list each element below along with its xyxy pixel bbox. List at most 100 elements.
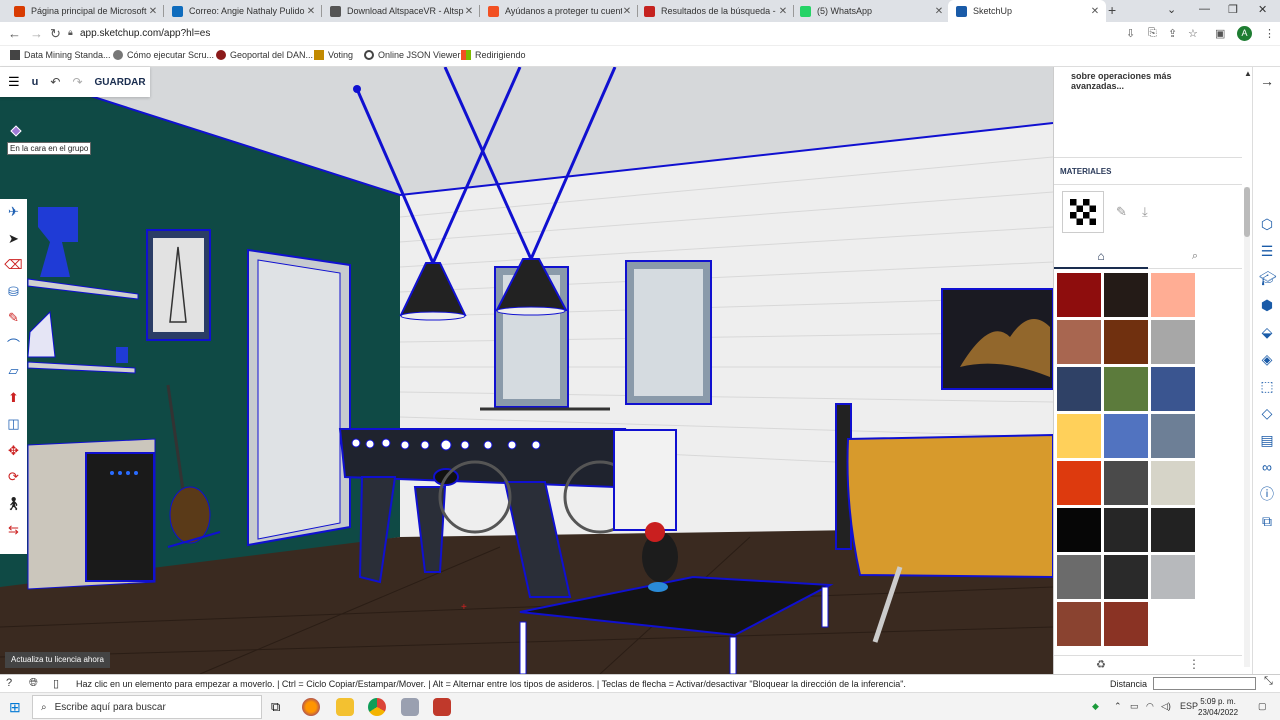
bookmark-scrum[interactable]: Cómo ejecutar Scru... — [113, 50, 214, 60]
bookmark-json-viewer[interactable]: Online JSON Viewer — [364, 50, 460, 60]
network-icon[interactable]: ▭ — [1130, 701, 1139, 712]
account-initial[interactable]: u — [32, 76, 39, 88]
edit-material-icon[interactable]: ✎ — [1116, 204, 1127, 220]
entity-info-icon[interactable]: ⬡ — [1259, 216, 1275, 232]
bookmark-geoportal[interactable]: Geoportal del DAN... — [216, 50, 313, 60]
recycle-icon[interactable]: ♻ — [1096, 658, 1106, 671]
material-swatch[interactable] — [1104, 273, 1148, 317]
tab-browse[interactable]: ⌕ — [1148, 245, 1242, 269]
hamburger-icon[interactable]: ☰ — [8, 74, 20, 90]
select-icon[interactable]: ➤ — [0, 226, 27, 253]
close-icon[interactable]: ✕ — [622, 6, 632, 17]
back-icon[interactable]: ← — [8, 26, 21, 41]
instructor-icon[interactable]: 🎓︎ — [1259, 270, 1277, 286]
styles-icon[interactable]: ⬙ — [1259, 324, 1275, 340]
translate-icon[interactable]: ⎘ — [1148, 27, 1157, 40]
save-button[interactable]: GUARDAR — [95, 77, 146, 88]
measurement-input[interactable] — [1153, 677, 1256, 690]
sketchup-taskbar-icon[interactable] — [433, 698, 451, 716]
upgrade-license-button[interactable]: Actualiza tu licencia ahora — [5, 652, 110, 668]
share-icon[interactable]: ⇪ — [1168, 27, 1177, 40]
tab-search-icon[interactable]: ⌄ — [1167, 3, 1176, 16]
current-material-preview[interactable] — [1062, 191, 1104, 233]
rotate-icon[interactable]: ⟳ — [0, 464, 27, 491]
paste-icon[interactable]: ▯ — [53, 677, 59, 690]
collapse-icon[interactable]: ▲ — [1244, 69, 1252, 78]
wifi-icon[interactable]: ◠ — [1146, 701, 1154, 712]
push-pull-icon[interactable]: ⬆︎ — [0, 385, 27, 412]
offset-icon[interactable]: ◫ — [0, 411, 27, 438]
arc-icon[interactable]: ⌒ — [0, 332, 27, 359]
import-material-icon[interactable]: ⤓ — [1142, 204, 1148, 220]
url-field[interactable]: app.sketchup.com/app?hl=es — [80, 28, 210, 39]
minimize-icon[interactable]: — — [1199, 3, 1210, 15]
scenes-icon[interactable]: ⬚ — [1259, 378, 1275, 394]
forward-icon[interactable]: → — [30, 26, 43, 41]
lock-icon[interactable]: 🔒︎ — [68, 27, 73, 38]
close-icon[interactable]: ✕ — [778, 6, 788, 17]
avatar[interactable]: A — [1237, 26, 1252, 41]
material-swatch[interactable] — [1151, 320, 1195, 364]
display-icon[interactable]: ▤ — [1259, 432, 1275, 448]
pencil-icon[interactable]: ✎ — [0, 305, 27, 332]
new-tab-button[interactable]: + — [1108, 2, 1116, 18]
reload-icon[interactable]: ↻ — [50, 26, 61, 42]
material-swatch[interactable] — [1057, 555, 1101, 599]
close-window-icon[interactable]: ✕ — [1258, 3, 1267, 16]
more-options-icon[interactable]: ⋮ — [1188, 657, 1200, 671]
tab-sketchup[interactable]: SketchUp ✕ — [948, 0, 1106, 22]
material-swatch[interactable] — [1104, 414, 1148, 458]
tab-whatsapp[interactable]: (5) WhatsApp ✕ — [792, 0, 950, 22]
more-icon[interactable]: ⋮ — [1264, 27, 1275, 40]
material-swatch[interactable] — [1151, 367, 1195, 411]
rectangle-icon[interactable]: ▱ — [0, 358, 27, 385]
material-swatch[interactable] — [1151, 414, 1195, 458]
material-swatch[interactable] — [1057, 273, 1101, 317]
redo-icon[interactable]: ↷ — [72, 75, 82, 89]
taskbar-search[interactable]: ⌕ Escribe aquí para buscar — [32, 695, 262, 719]
paint-bucket-icon[interactable]: ⛁ — [0, 279, 27, 306]
close-icon[interactable]: ✕ — [306, 6, 316, 17]
components-icon[interactable]: ⬢ — [1259, 297, 1275, 313]
room-scene[interactable]: + — [0, 67, 1053, 674]
tape-icon[interactable]: ⇆ — [0, 517, 27, 544]
material-swatch[interactable] — [1151, 555, 1195, 599]
material-swatch[interactable] — [1057, 461, 1101, 505]
tab-in-model[interactable]: ⌂ — [1054, 245, 1148, 269]
undo-icon[interactable]: ↶ — [50, 75, 60, 89]
eraser-icon[interactable]: ⌫ — [0, 252, 27, 279]
bookmark-redirigiendo[interactable]: Redirigiendo — [461, 50, 526, 60]
tray-app-icon[interactable]: ◆ — [1092, 701, 1099, 712]
material-swatch[interactable] — [1057, 602, 1101, 646]
search-tools-icon[interactable]: ✈︎ — [0, 199, 27, 226]
bookmark-star-icon[interactable]: ☆ — [1188, 27, 1198, 40]
material-swatch[interactable] — [1104, 555, 1148, 599]
material-swatch[interactable] — [1104, 320, 1148, 364]
bookmark-data-mining[interactable]: Data Mining Standa... — [10, 50, 111, 60]
view-icon[interactable]: ∞ — [1259, 459, 1275, 475]
tab-protect-account[interactable]: Ayúdanos a proteger tu cuenta ✕ — [480, 0, 638, 22]
notifications-icon[interactable]: ▢ — [1258, 701, 1267, 712]
system-clock[interactable]: 5:09 p. m. 23/04/2022 — [1198, 696, 1238, 718]
side-panel-icon[interactable]: ▣ — [1215, 27, 1225, 40]
solid-inspector-icon[interactable]: ⧉ — [1259, 513, 1275, 529]
material-swatch[interactable] — [1151, 602, 1195, 646]
firefox-icon[interactable] — [302, 698, 320, 716]
material-swatch[interactable] — [1057, 320, 1101, 364]
panel-scrollbar[interactable] — [1244, 187, 1250, 667]
3d-viewport[interactable]: + — [0, 67, 1053, 674]
materials-icon[interactable]: ◈ — [1259, 351, 1275, 367]
outliner-icon[interactable]: ☰ — [1259, 243, 1275, 259]
help-icon[interactable]: ? — [6, 677, 12, 689]
material-swatch[interactable] — [1104, 508, 1148, 552]
install-app-icon[interactable]: ⇩ — [1126, 27, 1135, 40]
globe-icon[interactable]: 🌐︎ — [29, 677, 38, 690]
tab-microsoft-office[interactable]: Página principal de Microsoft Of...✕ — [6, 0, 164, 22]
info-icon[interactable]: ⓘ — [1259, 486, 1275, 502]
close-icon[interactable]: ✕ — [464, 6, 474, 17]
tab-altspacevr[interactable]: Download AltspaceVR - Altspac...✕ — [322, 0, 480, 22]
close-icon[interactable]: ✕ — [1090, 6, 1100, 17]
close-icon[interactable]: ✕ — [148, 6, 158, 17]
material-swatch[interactable] — [1057, 367, 1101, 411]
tags-icon[interactable]: ◇ — [1259, 405, 1275, 421]
